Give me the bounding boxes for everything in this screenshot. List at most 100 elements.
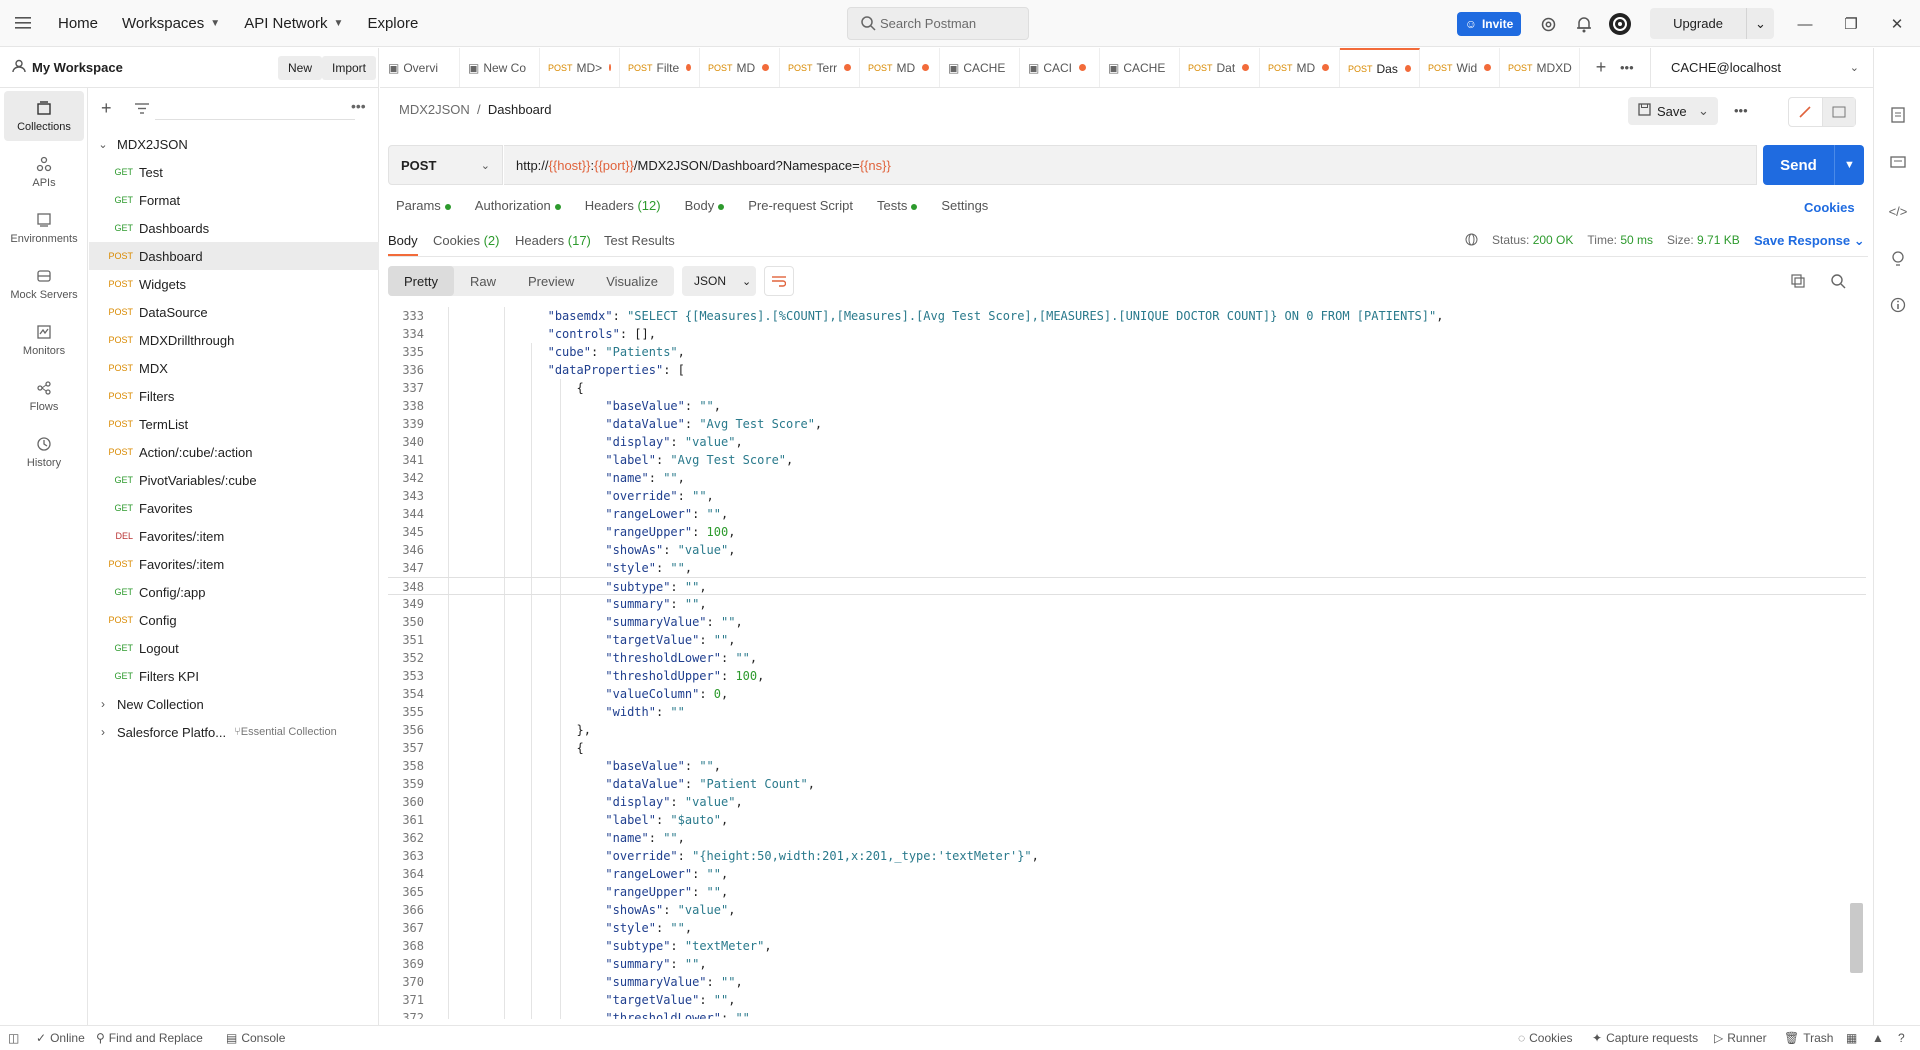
tree-request-item[interactable]: POST DataSource bbox=[89, 298, 379, 326]
response-body-code[interactable]: 333 "basemdx": "SELECT {[Measures].[%COU… bbox=[388, 307, 1868, 1019]
code-icon[interactable]: </> bbox=[1886, 199, 1910, 223]
sidebar-item-environments[interactable]: Environments bbox=[4, 203, 84, 253]
collection-mdx2json[interactable]: ⌄ MDX2JSON bbox=[89, 130, 379, 158]
find-replace-button[interactable]: ⚲ Find and Replace bbox=[96, 1031, 203, 1045]
trash-button[interactable]: 🗑 Trash bbox=[1784, 1031, 1833, 1045]
request-tab[interactable]: POST MD> bbox=[540, 48, 620, 87]
tree-request-item[interactable]: GET Format bbox=[89, 186, 379, 214]
nav-home[interactable]: Home bbox=[46, 15, 110, 32]
tree-request-item[interactable]: POST Favorites/:item bbox=[89, 550, 379, 578]
tree-request-item[interactable]: POST Dashboard bbox=[89, 242, 379, 270]
view-preview[interactable]: Preview bbox=[512, 266, 590, 296]
tree-request-item[interactable]: GET Filters KPI bbox=[89, 662, 379, 690]
close-icon[interactable]: ✕ bbox=[1882, 12, 1912, 36]
chevron-down-icon[interactable]: ⌄ bbox=[1698, 103, 1709, 119]
info-icon[interactable] bbox=[1886, 293, 1910, 317]
online-status[interactable]: ✓ Online bbox=[36, 1031, 85, 1045]
add-icon[interactable]: + bbox=[101, 98, 112, 119]
copy-icon[interactable] bbox=[1791, 274, 1805, 291]
bootcamp-icon[interactable]: ▲ bbox=[1872, 1031, 1884, 1045]
globe-icon[interactable] bbox=[1465, 233, 1478, 249]
import-button[interactable]: Import bbox=[322, 56, 377, 80]
request-tab[interactable]: ▣ New Co bbox=[460, 48, 540, 87]
chevron-down-icon[interactable]: ▼ bbox=[1834, 145, 1864, 185]
request-tab[interactable]: POST MDXD bbox=[1500, 48, 1580, 87]
cookies-button[interactable]: ◌ Cookies bbox=[1518, 1031, 1573, 1045]
request-tab[interactable]: POST Wid bbox=[1420, 48, 1500, 87]
save-response-button[interactable]: Save Response ⌄ bbox=[1754, 233, 1865, 249]
more-options-icon[interactable]: ••• bbox=[1734, 103, 1748, 118]
url-input[interactable]: http://{{host}}: {{port}}/MDX2JSON/Dashbo… bbox=[504, 145, 1757, 185]
wrap-lines-icon[interactable] bbox=[764, 266, 795, 296]
help-icon[interactable]: ? bbox=[1898, 1031, 1905, 1045]
tab-headers[interactable]: Headers (12) bbox=[585, 198, 661, 213]
sidebar-item-monitors[interactable]: Monitors bbox=[4, 315, 84, 365]
tree-request-item[interactable]: POST Widgets bbox=[89, 270, 379, 298]
tree-request-item[interactable]: POST Action/:cube/:action bbox=[89, 438, 379, 466]
tab-params[interactable]: Params bbox=[396, 198, 451, 213]
new-button[interactable]: New bbox=[278, 56, 323, 80]
request-name[interactable]: Dashboard bbox=[488, 102, 552, 117]
tab-body[interactable]: Body bbox=[685, 198, 725, 213]
edit-pencil-icon[interactable] bbox=[1789, 98, 1823, 126]
view-raw[interactable]: Raw bbox=[454, 266, 512, 296]
new-tab-icon[interactable]: + bbox=[1588, 57, 1614, 78]
settings-gear-icon[interactable] bbox=[1536, 12, 1560, 36]
capture-requests-button[interactable]: ✦ Capture requests bbox=[1592, 1031, 1698, 1045]
tab-response-headers[interactable]: Headers (17) bbox=[515, 233, 591, 248]
tree-request-item[interactable]: GET Test bbox=[89, 158, 379, 186]
request-tab[interactable]: POST Terr bbox=[780, 48, 860, 87]
sidebar-toggle-icon[interactable]: ◫ bbox=[8, 1031, 19, 1045]
filter-input[interactable] bbox=[155, 98, 355, 120]
tree-request-item[interactable]: POST TermList bbox=[89, 410, 379, 438]
collection-item[interactable]: › New Collection bbox=[89, 690, 379, 718]
tree-request-item[interactable]: GET Logout bbox=[89, 634, 379, 662]
view-visualize[interactable]: Visualize bbox=[590, 266, 674, 296]
invite-button[interactable]: ☺ Invite bbox=[1457, 12, 1521, 36]
format-select[interactable]: JSON ⌄ bbox=[682, 266, 757, 296]
sidebar-item-collections[interactable]: Collections bbox=[4, 91, 84, 141]
request-tab[interactable]: ▣ CACHE bbox=[1100, 48, 1180, 87]
tree-request-item[interactable]: GET Dashboards bbox=[89, 214, 379, 242]
request-tab[interactable]: POST Das bbox=[1340, 48, 1420, 87]
comments-icon[interactable] bbox=[1886, 151, 1910, 175]
more-options-icon[interactable]: ••• bbox=[351, 98, 366, 114]
filter-icon[interactable] bbox=[135, 102, 149, 117]
send-button[interactable]: Send ▼ bbox=[1763, 145, 1864, 185]
request-tab[interactable]: ▣ Overvi bbox=[380, 48, 460, 87]
tree-request-item[interactable]: DEL Favorites/:item bbox=[89, 522, 379, 550]
tree-request-item[interactable]: GET Config/:app bbox=[89, 578, 379, 606]
tree-request-item[interactable]: POST MDXDrillthrough bbox=[89, 326, 379, 354]
request-tab[interactable]: POST MD bbox=[860, 48, 940, 87]
scrollbar-thumb[interactable] bbox=[1850, 903, 1863, 973]
menu-icon[interactable] bbox=[0, 0, 46, 46]
avatar[interactable] bbox=[1608, 12, 1632, 36]
cookies-link[interactable]: Cookies bbox=[1804, 200, 1855, 215]
more-tabs-icon[interactable]: ••• bbox=[1620, 60, 1634, 75]
restore-icon[interactable]: ❐ bbox=[1836, 12, 1866, 36]
chevron-down-icon[interactable]: ⌄ bbox=[1746, 8, 1774, 39]
request-tab[interactable]: ▣ CACHE bbox=[940, 48, 1020, 87]
tree-request-item[interactable]: GET PivotVariables/:cube bbox=[89, 466, 379, 494]
tree-request-item[interactable]: POST MDX bbox=[89, 354, 379, 382]
tree-request-item[interactable]: GET Favorites bbox=[89, 494, 379, 522]
documentation-icon[interactable] bbox=[1886, 103, 1910, 127]
minimize-icon[interactable]: — bbox=[1790, 12, 1820, 36]
comment-view-icon[interactable] bbox=[1822, 98, 1855, 126]
lightbulb-icon[interactable] bbox=[1886, 247, 1910, 271]
sidebar-item-flows[interactable]: Flows bbox=[4, 371, 84, 421]
save-button[interactable]: Save ⌄ bbox=[1628, 97, 1718, 125]
view-pretty[interactable]: Pretty bbox=[388, 266, 454, 296]
sidebar-item-mock-servers[interactable]: Mock Servers bbox=[4, 259, 84, 309]
tab-tests[interactable]: Tests bbox=[877, 198, 918, 213]
request-tab[interactable]: POST MD bbox=[1260, 48, 1340, 87]
tab-response-body[interactable]: Body bbox=[388, 233, 418, 256]
nav-workspaces[interactable]: Workspaces ▼ bbox=[110, 15, 232, 32]
runner-button[interactable]: ▷ Runner bbox=[1714, 1031, 1767, 1045]
tab-settings[interactable]: Settings bbox=[941, 198, 988, 213]
nav-explore[interactable]: Explore bbox=[355, 15, 430, 32]
collection-item[interactable]: › Salesforce Platfo... ⑂Essential Collecti… bbox=[89, 718, 379, 746]
tree-request-item[interactable]: POST Config bbox=[89, 606, 379, 634]
tab-pre-request-script[interactable]: Pre-request Script bbox=[748, 198, 853, 213]
search-input[interactable]: Search Postman bbox=[847, 7, 1029, 40]
